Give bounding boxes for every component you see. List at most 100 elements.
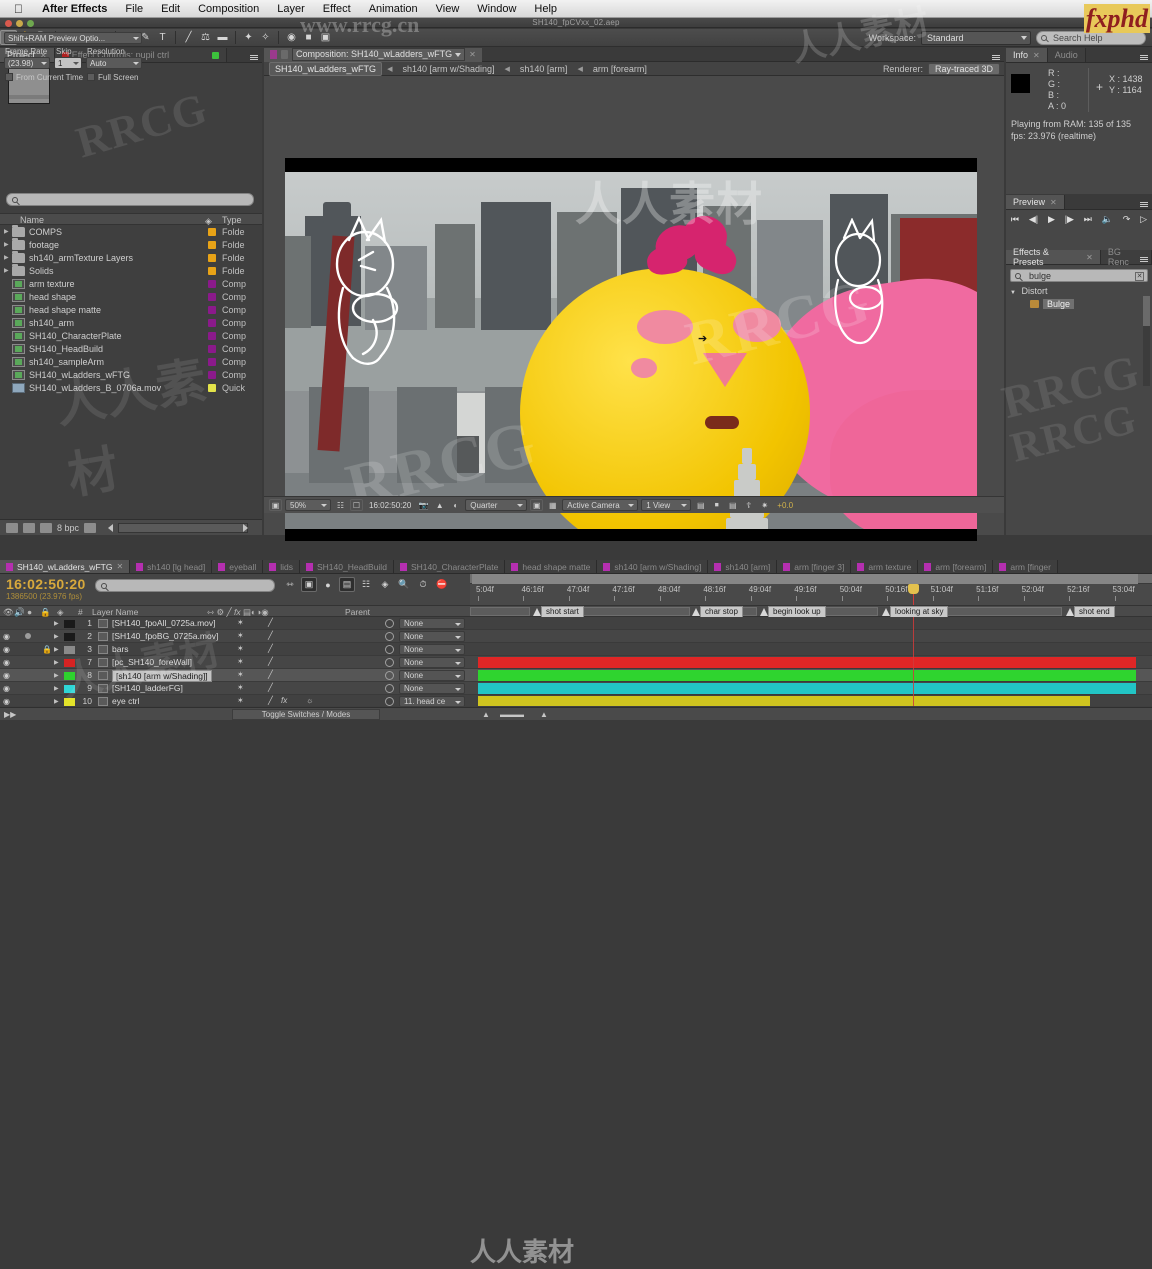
eraser-tool[interactable]: ▬ (214, 30, 231, 45)
toggle-switches-icon[interactable]: ▶▶ (4, 710, 16, 719)
layer-name[interactable]: [SH140_fpoAll_0725a.mov] (112, 618, 216, 628)
timeline-ruler[interactable]: 5:04f 46:16f 47:04f 47:16f 48:04f 48:16f 49:04… (470, 574, 1152, 605)
effects-item-bulge[interactable]: Bulge (1030, 299, 1075, 309)
table-row[interactable]: ◉ ▶ 10 eye ctrl ✶ ╱ fx ☼ 11. head ce (0, 695, 1152, 706)
ram-preview-icon[interactable]: ▷ (1140, 214, 1147, 225)
bit-depth-label[interactable]: 8 bpc (57, 523, 79, 533)
timeline-tab[interactable]: arm [forearm] (918, 560, 994, 573)
project-item[interactable]: head shape matte Comp (0, 303, 262, 316)
channel-select-icon[interactable]: ◐ (449, 499, 462, 511)
table-row[interactable]: ◉ ▶ 7 [pc_SH140_foreWall] ✶ ╱ None (0, 656, 1152, 669)
minimize-icon[interactable] (16, 20, 23, 27)
project-item[interactable]: arm texture Comp (0, 277, 262, 290)
close-icon[interactable]: ✕ (116, 562, 123, 571)
live-update-icon[interactable]: ⇿ (282, 577, 298, 592)
table-row[interactable]: ▶ 1 [SH140_fpoAll_0725a.mov] ✶ ╱ None (0, 617, 1152, 630)
table-row[interactable]: ◉ ▶ 9 [SH140_ladderFG] ✶ ╱ None (0, 682, 1152, 695)
magnification-select[interactable]: 50% (285, 499, 331, 511)
label-color-swatch[interactable] (208, 267, 216, 275)
layer-disclosure-icon[interactable]: ▶ (54, 685, 59, 692)
close-icon[interactable]: ✕ (1050, 198, 1057, 207)
transparency-grid-icon[interactable]: ▦ (546, 499, 559, 511)
exposure-value[interactable]: +0.0 (777, 501, 793, 510)
tab-audio[interactable]: Audio (1047, 48, 1086, 62)
menu-file[interactable]: File (116, 0, 152, 18)
graph-editor-icon[interactable]: 🔍 (396, 577, 412, 592)
breadcrumb-item-2[interactable]: sh140 [arm] (515, 63, 573, 75)
menu-after-effects[interactable]: After Effects (33, 0, 116, 18)
project-item[interactable]: SH140_CharacterPlate Comp (0, 329, 262, 342)
layer-name[interactable]: [SH140_ladderFG] (112, 683, 183, 693)
label-color-swatch[interactable] (208, 280, 216, 288)
menu-view[interactable]: View (427, 0, 469, 18)
layer-quality-switch[interactable]: ╱ (268, 631, 273, 640)
layer-shy-switch[interactable]: ✶ (237, 644, 244, 653)
breadcrumb-item-0[interactable]: SH140_wLadders_wFTG (269, 61, 383, 76)
timeline-tab[interactable]: arm [finger 3] (777, 560, 852, 573)
scroll-left-icon[interactable] (108, 524, 113, 532)
parent-select[interactable]: None (399, 631, 465, 642)
layer-effects-switch[interactable]: fx (281, 696, 287, 705)
lock-icon[interactable] (281, 50, 288, 59)
disclosure-triangle-icon[interactable]: ▶ (4, 228, 12, 235)
last-frame-icon[interactable]: ⏭ (1084, 214, 1092, 225)
resolution-select[interactable]: Quarter (465, 499, 528, 511)
layer-name[interactable]: eye ctrl (112, 696, 139, 706)
table-row[interactable]: ◉ 🔒 ▶ 3 bars ✶ ╱ None (0, 643, 1152, 656)
timeline-tab[interactable]: SH140_wLadders_wFTG ✕ (0, 560, 131, 573)
label-color-swatch[interactable] (208, 371, 216, 379)
tab-preview[interactable]: Preview ✕ (1006, 195, 1065, 209)
new-comp-icon[interactable] (6, 522, 18, 533)
column-name[interactable]: Name (20, 215, 44, 225)
parent-column-label[interactable]: Parent (345, 607, 370, 617)
layer-shy-switch[interactable]: ✶ (237, 670, 244, 679)
exposure-icon[interactable]: ✷ (758, 499, 771, 511)
parent-pickwhip[interactable] (385, 645, 394, 654)
panel-menu-icon[interactable] (1138, 198, 1149, 207)
label-color-swatch[interactable] (208, 319, 216, 327)
scroll-right-icon[interactable] (243, 524, 248, 532)
menu-edit[interactable]: Edit (152, 0, 189, 18)
tab-composition[interactable]: Composition: SH140_wLadders_wFTG ✕ (264, 47, 482, 62)
window-controls[interactable] (5, 20, 34, 27)
layer-name[interactable]: [SH140_fpoBG_0725a.mov] (112, 631, 218, 641)
toggle-switches-modes-button[interactable]: Toggle Switches / Modes (232, 709, 380, 720)
parent-pickwhip[interactable] (385, 671, 394, 680)
disclosure-triangle-icon[interactable]: ▶ (4, 267, 12, 274)
layer-quality-switch[interactable]: ╱ (268, 696, 273, 705)
region-of-interest-icon[interactable]: ☐ (350, 499, 363, 511)
composition-name-box[interactable]: Composition: SH140_wLadders_wFTG (292, 48, 466, 61)
show-snapshot-icon[interactable]: ▲ (433, 499, 446, 511)
project-item[interactable]: ▶ COMPS Folde (0, 224, 262, 238)
label-color-swatch[interactable] (208, 384, 216, 392)
horizontal-scrollbar[interactable] (118, 523, 248, 533)
motion-blur-icon[interactable]: ☷ (358, 577, 374, 592)
from-current-time-checkbox[interactable] (5, 73, 13, 81)
layer-label-color[interactable] (64, 646, 75, 654)
new-folder-icon[interactable] (23, 522, 35, 533)
layer-label-color[interactable] (64, 672, 75, 680)
next-frame-icon[interactable]: |▶ (1065, 214, 1074, 225)
breadcrumb-item-3[interactable]: arm [forearm] (588, 63, 652, 75)
effects-scrollbar[interactable] (1143, 296, 1150, 386)
renderer-value[interactable]: Ray-traced 3D (927, 63, 1000, 75)
layer-quality-switch[interactable]: ╱ (268, 657, 273, 666)
layer-name[interactable]: [sh140 [arm w/Shading]] (112, 670, 212, 682)
play-icon[interactable]: ▶ (1048, 214, 1055, 225)
layer-quality-switch[interactable]: ╱ (268, 670, 273, 679)
tab-info[interactable]: Info ✕ (1006, 48, 1048, 62)
layer-shy-switch[interactable]: ✶ (237, 631, 244, 640)
layer-shy-switch[interactable]: ✶ (237, 696, 244, 705)
type-tool[interactable]: T (154, 30, 171, 45)
work-area-bar[interactable] (470, 574, 1152, 584)
parent-pickwhip[interactable] (385, 697, 394, 706)
project-item[interactable]: SH140_wLadders_B_0706a.mov Quick (0, 381, 262, 394)
layer-label-color[interactable] (64, 685, 75, 693)
parent-select[interactable]: None (399, 657, 465, 668)
full-screen-checkbox[interactable] (87, 73, 95, 81)
parent-select[interactable]: None (399, 683, 465, 694)
breadcrumb-item-1[interactable]: sh140 [arm w/Shading] (397, 63, 499, 75)
tab-effects-presets[interactable]: Effects & Presets ✕ (1006, 247, 1101, 267)
parent-select[interactable]: None (399, 644, 465, 655)
timeline-icon[interactable]: ▤ (726, 499, 739, 511)
